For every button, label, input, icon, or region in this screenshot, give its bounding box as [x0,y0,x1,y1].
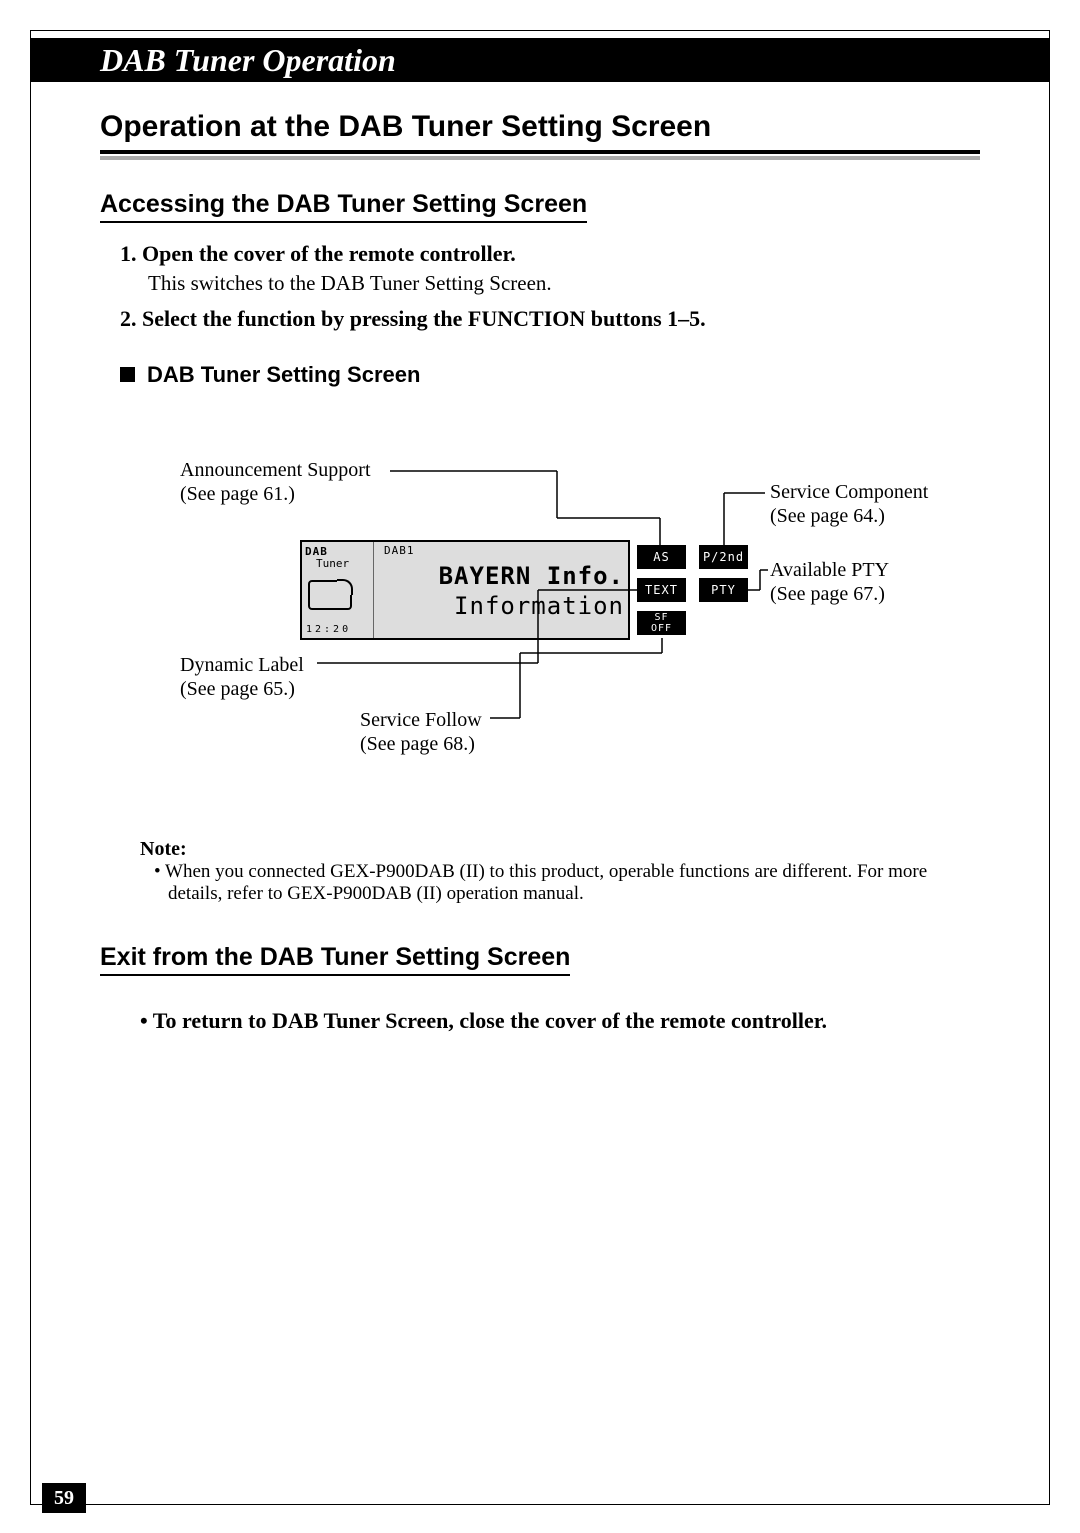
chapter-header: DAB Tuner Operation [30,38,1050,82]
device-screen: DAB Tuner 12:20 DAB1 BAYERN Info. Inform… [300,540,630,640]
device-line2: Information [384,592,624,620]
callout-available-pty: Available PTY (See page 67.) [770,558,889,606]
step-2-title: 2. Select the function by pressing the F… [120,306,980,332]
button-column-1: AS TEXT SFOFF [637,540,694,640]
device-dab1-label: DAB1 [384,544,415,557]
sub-heading-text: DAB Tuner Setting Screen [147,362,420,387]
section-heading-exit: Exit from the DAB Tuner Setting Screen [100,943,570,976]
callout-announcement: Announcement Support (See page 61.) [180,458,371,506]
callout-service-follow: Service Follow (See page 68.) [360,708,482,756]
button-pty: PTY [699,578,748,602]
dab-logo-icon [308,580,352,610]
note-body: • When you connected GEX-P900DAB (II) to… [140,861,960,905]
device-tuner-label: Tuner [316,557,349,570]
step-1-body: This switches to the DAB Tuner Setting S… [148,271,980,296]
button-sf-off: SFOFF [637,611,686,635]
page-number: 59 [42,1483,86,1513]
button-as: AS [637,545,686,569]
device-line1: BAYERN Info. [384,562,624,590]
button-column-2: P/2nd PTY [699,540,756,640]
diagram: Announcement Support (See page 61.) Dyna… [100,458,980,788]
section-heading-accessing: Accessing the DAB Tuner Setting Screen [100,190,587,223]
page-title: Operation at the DAB Tuner Setting Scree… [100,110,980,154]
square-bullet-icon [120,367,135,382]
callout-dynamic-label: Dynamic Label (See page 65.) [180,653,304,701]
note-block: Note: • When you connected GEX-P900DAB (… [140,838,960,905]
button-text: TEXT [637,578,686,602]
exit-bullet: • To return to DAB Tuner Screen, close t… [140,1008,980,1034]
button-p2nd: P/2nd [699,545,748,569]
device-clock: 12:20 [306,624,351,635]
sub-heading: DAB Tuner Setting Screen [120,362,980,388]
note-title: Note: [140,838,960,861]
callout-service-component: Service Component (See page 64.) [770,480,928,528]
step-1-title: 1. Open the cover of the remote controll… [120,241,980,267]
